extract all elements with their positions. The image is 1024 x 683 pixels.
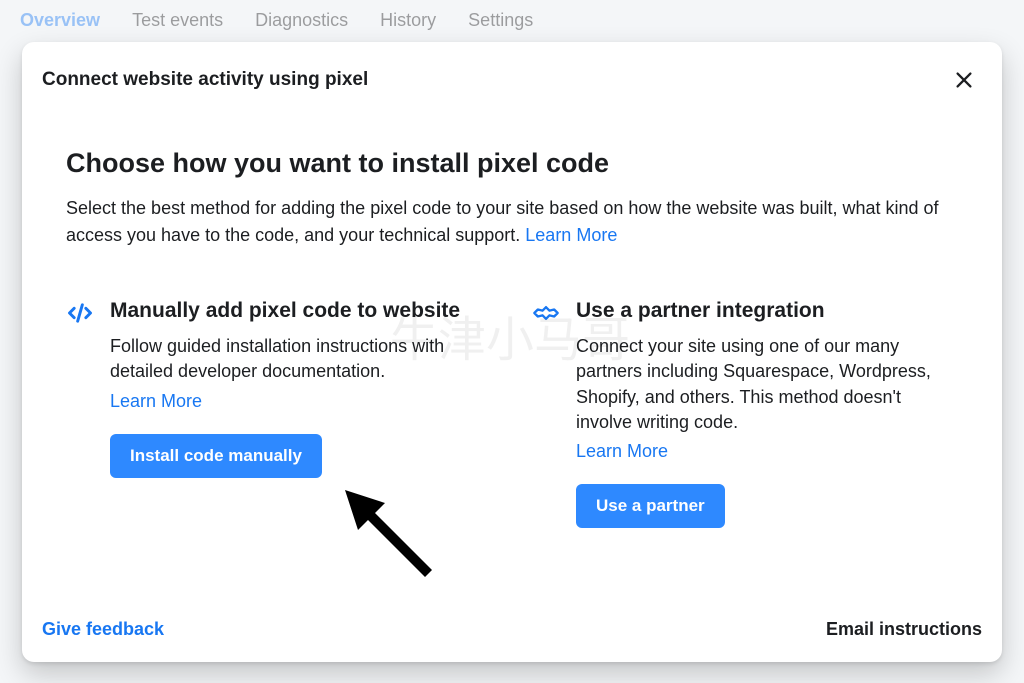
code-icon <box>66 297 94 528</box>
modal-header: Connect website activity using pixel <box>22 42 1002 112</box>
option-partner-content: Use a partner integration Connect your s… <box>576 297 958 528</box>
email-instructions-link[interactable]: Email instructions <box>826 619 982 640</box>
modal-footer: Give feedback Email instructions <box>22 601 1002 662</box>
option-partner: Use a partner integration Connect your s… <box>532 297 958 528</box>
option-partner-description: Connect your site using one of our many … <box>576 334 958 435</box>
modal-dialog: Connect website activity using pixel Cho… <box>22 42 1002 662</box>
use-partner-button[interactable]: Use a partner <box>576 484 725 528</box>
modal-body: Choose how you want to install pixel cod… <box>22 112 1002 601</box>
modal-title: Connect website activity using pixel <box>42 69 368 91</box>
close-icon <box>953 69 975 91</box>
install-options: Manually add pixel code to website Follo… <box>66 297 958 528</box>
install-manually-button[interactable]: Install code manually <box>110 434 322 478</box>
handshake-icon <box>532 297 560 528</box>
option-manual-title: Manually add pixel code to website <box>110 297 492 324</box>
close-button[interactable] <box>946 62 982 98</box>
option-manual-learn-more[interactable]: Learn More <box>110 391 492 412</box>
modal-overlay: Connect website activity using pixel Cho… <box>0 0 1024 683</box>
option-partner-title: Use a partner integration <box>576 297 958 324</box>
option-manual-description: Follow guided installation instructions … <box>110 334 492 384</box>
learn-more-link[interactable]: Learn More <box>525 225 617 245</box>
option-partner-learn-more[interactable]: Learn More <box>576 441 958 462</box>
main-description: Select the best method for adding the pi… <box>66 195 958 249</box>
option-manual: Manually add pixel code to website Follo… <box>66 297 492 528</box>
give-feedback-link[interactable]: Give feedback <box>42 619 164 640</box>
option-manual-content: Manually add pixel code to website Follo… <box>110 297 492 528</box>
main-heading: Choose how you want to install pixel cod… <box>66 148 958 179</box>
